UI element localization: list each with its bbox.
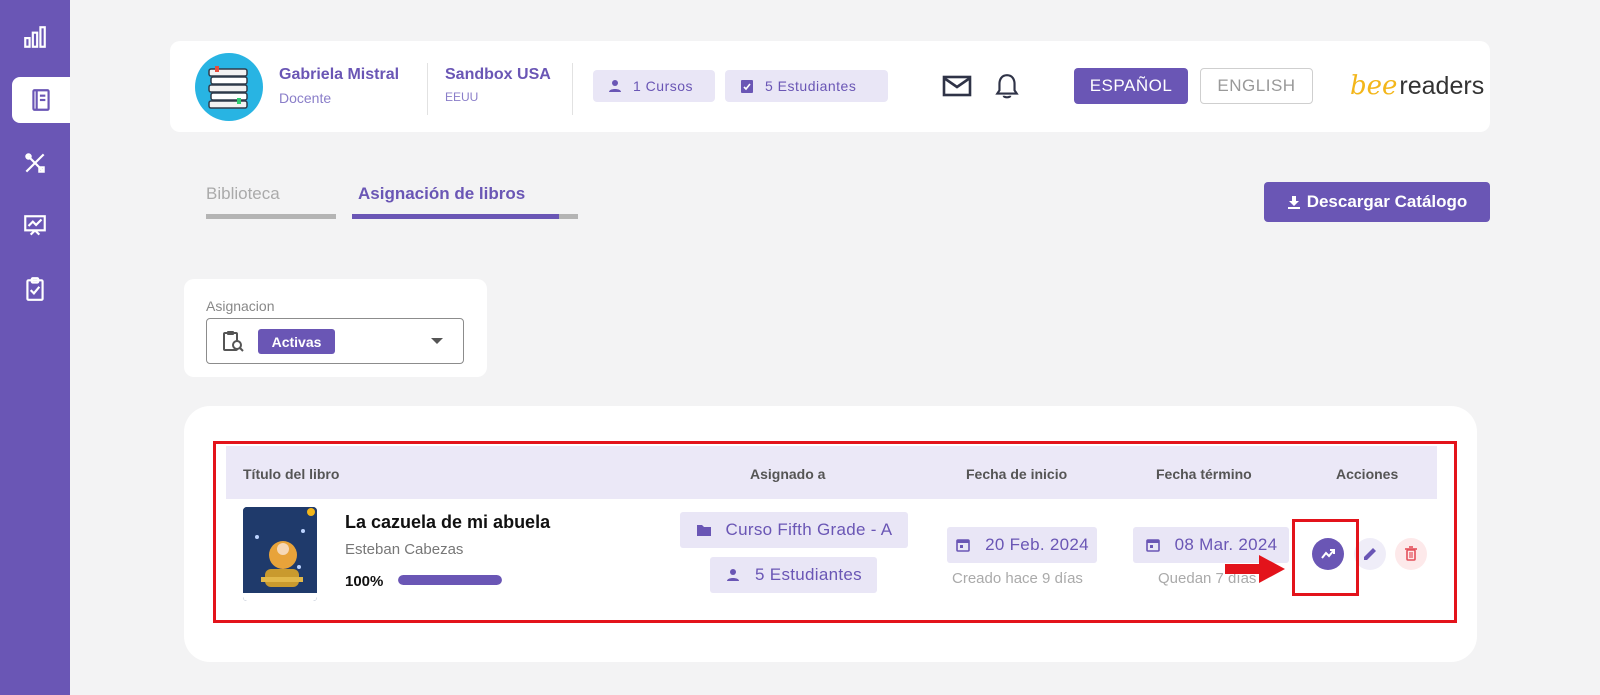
divider (427, 63, 428, 115)
user-name: Gabriela Mistral (279, 66, 400, 83)
students-chip-label: 5 Estudiantes (765, 78, 857, 94)
sidebar-item-library[interactable] (12, 77, 70, 123)
sidebar-item-evaluations[interactable] (0, 266, 70, 312)
mail-icon (942, 75, 972, 97)
mail-button[interactable] (940, 69, 974, 103)
clipboard-check-icon (26, 277, 44, 301)
books-avatar-icon (208, 66, 248, 109)
filter-selected-value: Activas (258, 329, 335, 354)
clipboard-search-icon (223, 331, 244, 352)
tab-biblioteca[interactable]: Biblioteca (206, 184, 280, 204)
notifications-button[interactable] (990, 69, 1024, 103)
annotation-highlight-row (213, 441, 1457, 623)
chevron-down-icon (431, 338, 443, 344)
download-catalog-button[interactable]: Descargar Catálogo (1264, 182, 1490, 222)
download-icon (1287, 196, 1300, 209)
tab-asignacion-de-libros[interactable]: Asignación de libros (358, 184, 525, 204)
org-country: EEUU (445, 90, 479, 104)
user-role: Docente (279, 90, 332, 106)
presentation-chart-icon (24, 215, 46, 236)
book-icon (32, 89, 50, 111)
bar-chart-icon (24, 26, 46, 48)
sidebar-item-reports[interactable] (0, 14, 70, 60)
avatar[interactable] (195, 53, 263, 121)
divider (572, 63, 573, 115)
courses-chip-label: 1 Cursos (633, 78, 694, 94)
annotation-arrow-icon (1225, 555, 1285, 583)
person-icon (609, 80, 621, 92)
beereaders-logo: bee readers (1350, 63, 1484, 109)
sidebar-item-presentations[interactable] (0, 203, 70, 249)
tab-active-indicator (352, 214, 559, 219)
header-card: Gabriela Mistral Docente Sandbox USA EEU… (170, 41, 1490, 132)
language-en-button[interactable]: ENGLISH (1200, 68, 1313, 104)
sidebar-item-tools[interactable] (0, 140, 70, 186)
clipboard-check-icon (741, 80, 753, 93)
bell-icon (995, 74, 1019, 99)
tools-icon (25, 153, 45, 173)
logo-bee-text: bee (1350, 71, 1398, 101)
sidebar (0, 0, 70, 695)
logo-readers-text: readers (1399, 71, 1485, 100)
annotation-highlight-stats-button (1292, 519, 1359, 596)
download-catalog-label: Descargar Catálogo (1306, 192, 1468, 211)
tab-underline (206, 214, 336, 219)
org-name: Sandbox USA (445, 66, 551, 83)
filter-card: Asignacion Activas (184, 279, 487, 377)
courses-chip[interactable]: 1 Cursos (593, 70, 715, 102)
filter-label: Asignacion (206, 298, 275, 314)
language-es-button[interactable]: ESPAÑOL (1074, 68, 1188, 104)
assignment-filter-select[interactable]: Activas (206, 318, 464, 364)
students-chip[interactable]: 5 Estudiantes (725, 70, 888, 102)
